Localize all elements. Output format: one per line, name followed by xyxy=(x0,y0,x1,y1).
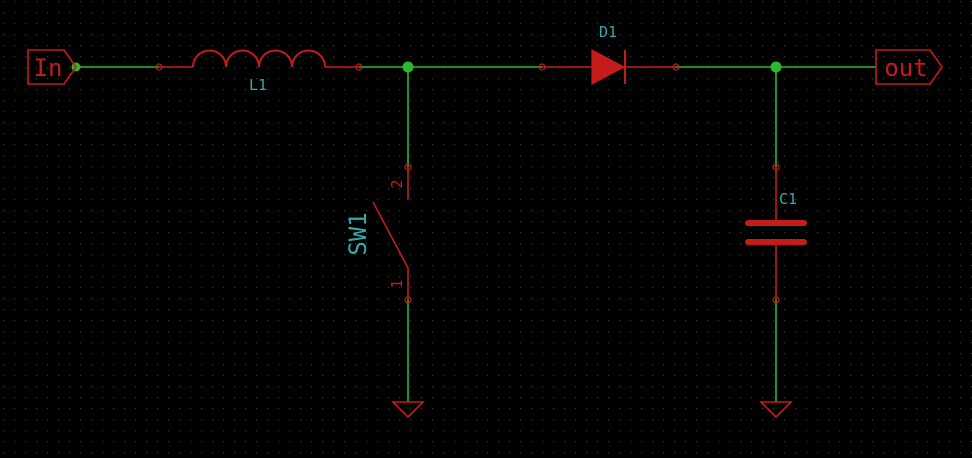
junction-out-node xyxy=(770,61,782,73)
diode-ref-label: D1 xyxy=(599,23,617,41)
switch-pin-2-label: 2 xyxy=(388,179,406,188)
capacitor-ref-label: C1 xyxy=(779,190,797,208)
switch-pin-1-label: 1 xyxy=(388,279,406,288)
inductor-ref-label: L1 xyxy=(249,76,267,94)
schematic-canvas: In out L1 D1 2 1 SW1 C1 xyxy=(0,0,972,458)
input-port-label: In xyxy=(34,54,63,82)
output-port-label: out xyxy=(884,54,927,82)
canvas-background xyxy=(0,0,972,458)
switch-ref-label: SW1 xyxy=(344,212,372,255)
junction-sw-node xyxy=(402,61,414,73)
